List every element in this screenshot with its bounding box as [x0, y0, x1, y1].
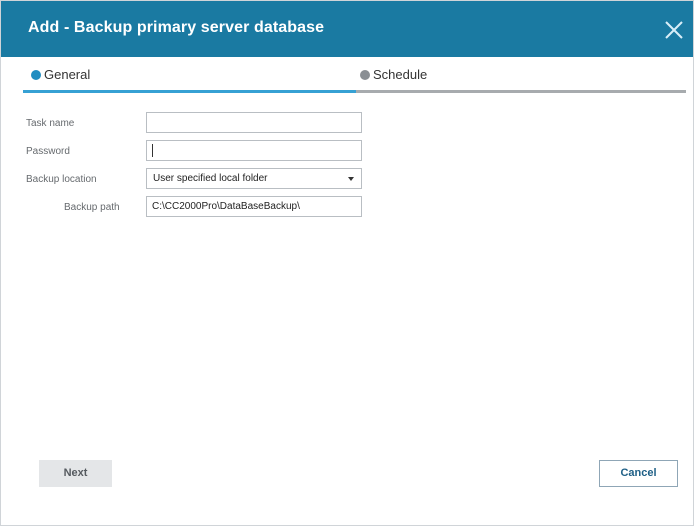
wizard-tabs: General Schedule: [23, 63, 688, 95]
dialog-title: Add - Backup primary server database: [28, 19, 325, 36]
tab-schedule-label: Schedule: [373, 67, 428, 82]
backup-location-label: Backup location: [26, 174, 97, 185]
task-name-label: Task name: [26, 118, 75, 129]
backup-location-select[interactable]: User specified local folder: [146, 168, 362, 189]
password-label: Password: [26, 146, 70, 157]
tab-general[interactable]: General: [23, 63, 356, 95]
backup-path-input[interactable]: [146, 196, 362, 217]
tab-schedule[interactable]: Schedule: [356, 63, 688, 95]
backup-location-value: User specified local folder: [153, 173, 268, 184]
task-name-input[interactable]: [146, 112, 362, 133]
add-backup-dialog: Add - Backup primary server database Gen…: [0, 0, 694, 526]
password-input[interactable]: [146, 140, 362, 161]
text-cursor: [152, 144, 153, 157]
general-status-dot-icon: [31, 70, 41, 80]
close-button[interactable]: [663, 19, 685, 41]
cancel-button[interactable]: Cancel: [599, 460, 678, 487]
tab-general-label: General: [44, 67, 91, 82]
tab-general-underline: [23, 90, 356, 93]
tab-schedule-underline: [356, 90, 686, 93]
close-icon: [665, 21, 683, 39]
dropdown-arrow-icon: [348, 177, 354, 181]
next-button[interactable]: Next: [39, 460, 112, 487]
schedule-status-dot-icon: [360, 70, 370, 80]
backup-path-label: Backup path: [64, 202, 120, 213]
dialog-title-bar: Add - Backup primary server database: [1, 1, 693, 57]
